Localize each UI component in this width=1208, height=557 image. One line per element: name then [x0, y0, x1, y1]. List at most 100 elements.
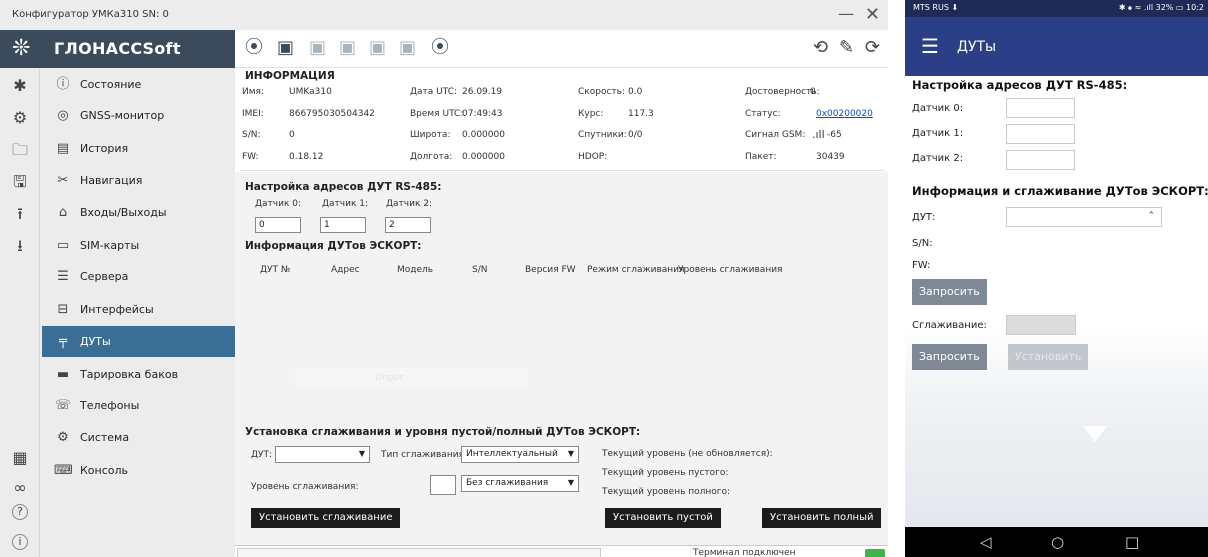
current-full-label: Текущий уровень полного:	[602, 487, 731, 497]
sidebar-item-tank-calibration[interactable]: ▬ Тарировка баков	[42, 359, 235, 390]
set-smoothing-button[interactable]: Установить сглаживание	[251, 508, 401, 528]
grid-icon[interactable]: ▦	[8, 446, 32, 470]
col-smoothing-level: Уровень сглаживания	[678, 265, 783, 275]
phone-rs485-title: Настройка адресов ДУТ RS-485:	[912, 78, 1128, 92]
lat-label: Широта:	[410, 130, 451, 140]
phone-request-smoothing-button[interactable]: Запросить	[912, 344, 987, 370]
sidebar-item-gnss[interactable]: ◎ GNSS-монитор	[42, 100, 235, 131]
info-icon[interactable]: i	[12, 534, 28, 550]
sidebar-item-system[interactable]: ⚙ Система	[42, 422, 235, 453]
select-arrows-icon: ⌃	[1147, 211, 1155, 221]
help-icon[interactable]: ?	[12, 504, 28, 520]
brand-logo: ГЛОНАССSoft	[54, 39, 181, 58]
sidebar-item-history[interactable]: ▤ История	[42, 133, 235, 164]
time-label: Время UTC:	[410, 109, 464, 119]
smoothing-type-label: Тип сглаживания:	[381, 450, 467, 460]
bluetooth-icon[interactable]: ✱	[8, 74, 32, 98]
course-label: Курс:	[578, 109, 604, 119]
sidebar-item-sim[interactable]: ▭ SIM-карты	[42, 230, 235, 261]
sensor-0-input[interactable]: 0	[255, 217, 301, 233]
dut-content: Настройка адресов ДУТ RS-485: Датчик 0: …	[235, 172, 888, 557]
window-title: Конфигуратор УМКа310 SN: 0	[12, 9, 169, 20]
smoothing-type-select[interactable]: Интеллектуальный ▼	[461, 446, 579, 463]
phone-icon: ☏	[54, 397, 72, 413]
phone-escort-title: Информация и сглаживание ДУТов ЭСКОРТ:	[912, 184, 1208, 198]
phone-status-bar: MTS RUS ⬇ ✱ ⦁ ≈ .ıll 32% ▭ 10:2	[905, 0, 1208, 17]
sidebar-item-status[interactable]: ⓘ Состояние	[42, 69, 235, 100]
chip-write-icon[interactable]: ▣	[309, 38, 326, 58]
folder-icon[interactable]: 🗀	[8, 138, 32, 162]
play-replay-icon[interactable]: ⟳	[865, 38, 880, 58]
sensor-1-input[interactable]: 1	[320, 217, 366, 233]
sidebar-item-interfaces[interactable]: ⊟ Интерфейсы	[42, 294, 235, 325]
chip-upload-icon[interactable]: ▣	[369, 38, 386, 58]
sidebar-item-duts[interactable]: ╤ ДУТы	[42, 326, 235, 357]
phone-smoothing-input[interactable]	[1006, 315, 1076, 335]
smoothing-title: Установка сглаживания и уровня пустой/по…	[245, 426, 641, 438]
sidebar-item-label: SIM-карты	[80, 239, 140, 252]
date-value: 26.09.19	[462, 87, 503, 97]
smoothing-mode-select[interactable]: Без сглаживания ▼	[461, 475, 579, 492]
phone-sensor-2-input[interactable]	[1006, 150, 1075, 170]
packet-label: Пакет:	[745, 152, 777, 162]
connection-status: Терминал подключен	[693, 548, 796, 557]
phone-dut-label: ДУТ:	[912, 212, 936, 223]
sidebar-item-phones[interactable]: ☏ Телефоны	[42, 390, 235, 421]
tank-icon: ▬	[56, 366, 70, 382]
refresh-doc-icon[interactable]: ⟲	[813, 38, 828, 58]
satellite-dish-icon[interactable]: ✎	[839, 38, 854, 58]
status-field	[237, 548, 601, 557]
sidebar-item-navigation[interactable]: ✂ Навигация	[42, 165, 235, 196]
phone-sensor-0-label: Датчик 0:	[912, 103, 964, 114]
speed-label: Скорость:	[578, 87, 625, 97]
date-label: Дата UTC:	[410, 87, 458, 97]
close-icon[interactable]: ✕	[865, 4, 880, 25]
sensor-1-label: Датчик 1:	[322, 199, 369, 209]
phone-sensor-0-input[interactable]	[1006, 98, 1075, 118]
server-icon: ☰	[57, 268, 69, 284]
phone-request-button[interactable]: Запросить	[912, 279, 987, 305]
sensor-2-input[interactable]: 2	[385, 217, 431, 233]
location-off-icon[interactable]: ⦿	[431, 38, 449, 58]
chip-icon[interactable]: ▣	[339, 38, 356, 58]
info-panel: ИНФОРМАЦИЯ Имя: UMKa310 IMEI: 8667950305…	[240, 68, 885, 171]
sidebar-item-servers[interactable]: ☰ Сервера	[42, 261, 235, 292]
status-link[interactable]: 0x00200020	[816, 109, 873, 119]
link-icon[interactable]: ∞	[8, 476, 32, 500]
back-icon[interactable]: ◁	[980, 532, 992, 552]
smoothing-level-input[interactable]	[430, 475, 456, 495]
snowflake-logo-icon: ❊	[12, 36, 31, 61]
gsm-value: -65	[827, 130, 842, 140]
dut-select[interactable]: ▼	[275, 446, 370, 463]
device-icon[interactable]: ⚙	[8, 106, 32, 130]
col-dut-no: ДУТ №	[260, 265, 291, 275]
phone-set-button[interactable]: Установить	[1008, 344, 1089, 370]
phone-dut-select[interactable]: ⌃	[1006, 207, 1162, 227]
recent-apps-icon[interactable]: □	[1125, 532, 1139, 552]
sn-value: 0	[289, 130, 295, 140]
hamburger-menu-icon[interactable]: ☰	[921, 34, 939, 58]
sidebar-item-io[interactable]: ⌂ Входы/Выходы	[42, 197, 235, 228]
home-icon[interactable]: ○	[1051, 532, 1064, 552]
satellite-icon: ◎	[57, 107, 69, 123]
system-gear-icon: ⚙	[57, 429, 69, 445]
phone-sensor-1-input[interactable]	[1006, 124, 1075, 144]
set-full-button[interactable]: Установить полный	[762, 508, 882, 528]
wireless-device-icon[interactable]: ⦿	[245, 38, 263, 58]
sidebar-item-label: Телефоны	[80, 399, 140, 412]
sidebar-item-console[interactable]: ⌨ Консоль	[42, 455, 235, 486]
smoothing-mode-value: Без сглаживания	[466, 478, 549, 488]
set-empty-button[interactable]: Установить пустой	[605, 508, 721, 528]
chip-settings-icon[interactable]: ▣	[399, 38, 416, 58]
dropdown-arrow-icon: ▼	[358, 449, 365, 458]
sidebar: ❊ ГЛОНАССSoft ✱ ⚙ 🗀 🖫 ⭱ ⭳ ▦ ∞ ? i ⓘ Состо…	[0, 30, 235, 557]
current-level-label: Текущий уровень (не обновляется):	[602, 449, 773, 459]
download-icon[interactable]: ⭳	[8, 234, 32, 258]
save-icon[interactable]: 🖫	[8, 170, 32, 194]
minimize-icon[interactable]: —	[838, 4, 854, 23]
chip-read-icon[interactable]: ▣	[277, 38, 294, 58]
sidebar-rail: ✱ ⚙ 🗀 🖫 ⭱ ⭳ ▦ ∞ ? i	[0, 68, 40, 557]
validity-value: 0	[810, 87, 816, 97]
upload-icon[interactable]: ⭱	[8, 202, 32, 226]
console-icon: ⌨	[54, 462, 73, 478]
